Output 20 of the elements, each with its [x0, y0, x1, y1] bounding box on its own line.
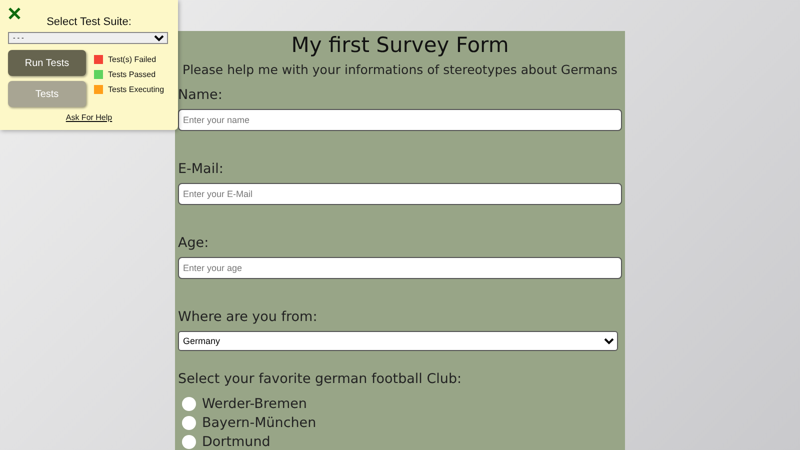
radio-label: Dortmund: [202, 434, 270, 450]
country-select[interactable]: Germany: [178, 331, 618, 352]
field-label: Select your favorite german football Club:: [178, 371, 463, 388]
field-label: Age:: [178, 235, 210, 252]
text-input-field[interactable]: Enter your E-Mail: [178, 183, 622, 206]
field-label: Name:: [178, 87, 224, 103]
form-description: Please help me with your informations of stereotypes about Germans: [182, 62, 618, 77]
text-input-field[interactable]: Enter your age: [178, 257, 622, 280]
legend-label: Tests Passed: [108, 70, 156, 79]
field-label: Where are you from:: [178, 309, 318, 326]
radio-label: Werder-Bremen: [202, 396, 307, 412]
test-button[interactable]: Run Tests: [8, 50, 86, 76]
field-label: E-Mail:: [178, 161, 224, 178]
form-title: My first Survey Form: [290, 33, 510, 57]
text-input-field[interactable]: Enter your name: [178, 109, 622, 132]
legend-label: Test(s) Failed: [108, 55, 156, 64]
radio-label: Bayern-München: [202, 415, 316, 432]
help-link[interactable]: Ask For Help: [66, 113, 112, 122]
legend-label: Tests Executing: [108, 85, 164, 94]
panel-title: Select Test Suite:: [46, 16, 132, 28]
